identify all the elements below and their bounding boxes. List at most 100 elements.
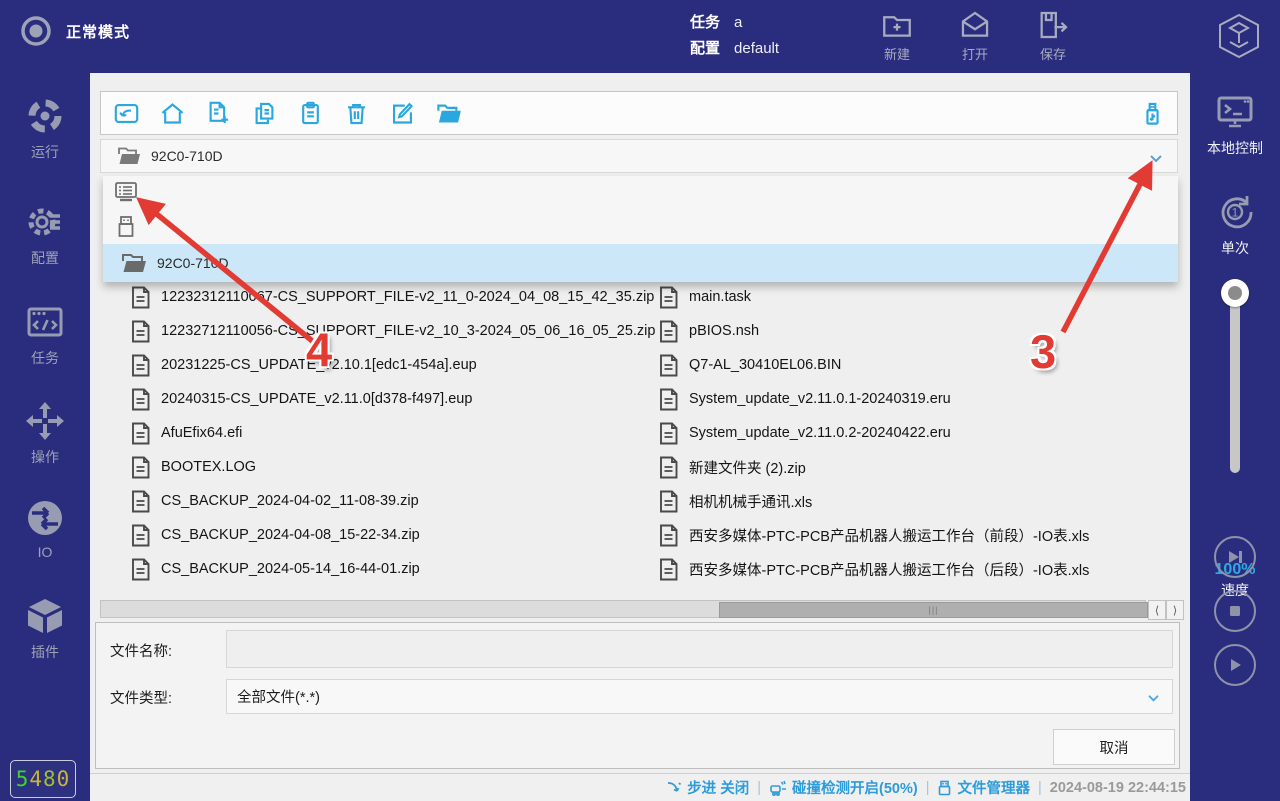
file-icon <box>130 558 151 581</box>
open-folder-button[interactable] <box>435 100 462 127</box>
file-type-label: 文件类型: <box>110 687 172 708</box>
sidebar-item-io[interactable]: IO <box>0 497 90 560</box>
step-status: 步进 关闭 <box>666 777 749 798</box>
back-button[interactable] <box>113 100 140 127</box>
file-item[interactable]: 西安多媒体-PTC-PCB产品机器人搬运工作台（前段）-IO表.xls <box>658 518 1183 552</box>
file-item[interactable]: System_update_v2.11.0.2-20240422.eru <box>658 416 1183 450</box>
file-icon <box>658 286 679 309</box>
file-item[interactable]: System_update_v2.11.0.1-20240319.eru <box>658 382 1183 416</box>
new-task-button[interactable]: 新建 <box>880 8 914 63</box>
stop-button[interactable] <box>1214 590 1256 632</box>
run-icon <box>24 95 66 137</box>
usb-transfer-button[interactable] <box>1139 100 1166 127</box>
task-label: 任务 <box>690 14 720 31</box>
file-icon <box>130 388 151 411</box>
file-item[interactable]: CS_BACKUP_2024-04-02_11-08-39.zip <box>130 484 655 518</box>
play-button[interactable] <box>1214 644 1256 686</box>
file-item[interactable]: pBIOS.nsh <box>658 314 1183 348</box>
delete-button[interactable] <box>343 100 370 127</box>
sidebar-item-single-cycle[interactable]: 1 单次 <box>1190 191 1280 258</box>
new-file-button[interactable] <box>205 100 232 127</box>
drive-dropdown: 92C0-710D <box>103 176 1178 282</box>
sidebar-item-run[interactable]: 运行 <box>0 95 90 162</box>
chevron-down-icon[interactable] <box>1149 151 1163 169</box>
operate-icon <box>24 400 66 442</box>
plugin-icon <box>24 595 66 637</box>
save-task-button[interactable]: 保存 <box>1036 8 1070 63</box>
file-icon <box>658 388 679 411</box>
file-item[interactable]: 12232312110067-CS_SUPPORT_FILE-v2_11_0-2… <box>130 280 655 314</box>
sidebar-item-local-control[interactable]: 本地控制 <box>1190 91 1280 158</box>
open-folder-icon <box>435 100 462 127</box>
scrollbar-thumb[interactable]: ||| <box>719 602 1148 618</box>
paste-icon <box>297 100 324 127</box>
speed-slider-track[interactable] <box>1230 291 1240 473</box>
horizontal-scrollbar[interactable]: ||| <box>100 600 1146 618</box>
file-item[interactable]: 相机机械手通讯.xls <box>658 484 1183 518</box>
file-icon <box>658 456 679 479</box>
dropdown-item-computer[interactable] <box>103 176 1178 210</box>
paste-button[interactable] <box>297 100 324 127</box>
skip-next-button[interactable] <box>1214 536 1256 578</box>
computer-drive-icon <box>113 180 139 206</box>
file-type-select[interactable]: 全部文件(*.*) <box>226 679 1173 714</box>
terminal-icon <box>1214 91 1256 133</box>
new-task-icon <box>880 8 914 42</box>
sidebar-item-plugin[interactable]: 插件 <box>0 595 90 662</box>
copy-icon <box>251 100 278 127</box>
file-item[interactable]: 西安多媒体-PTC-PCB产品机器人搬运工作台（后段）-IO表.xls <box>658 552 1183 586</box>
rename-button[interactable] <box>389 100 416 127</box>
scroll-left-button[interactable]: ⟨ <box>1148 600 1166 620</box>
save-task-icon <box>1036 8 1070 42</box>
file-icon <box>658 320 679 343</box>
file-item[interactable]: 12232712110056-CS_SUPPORT_FILE-v2_10_3-2… <box>130 314 655 348</box>
task-config-info: 任务a 配置default <box>690 10 779 62</box>
file-item[interactable]: 20231225-CS_UPDATE_v2.10.1[edc1-454a].eu… <box>130 348 655 382</box>
file-name-input[interactable] <box>226 630 1173 668</box>
file-item[interactable]: main.task <box>658 280 1183 314</box>
file-icon <box>658 558 679 581</box>
file-icon <box>130 422 151 445</box>
folder-open-icon <box>121 252 147 274</box>
config-label: 配置 <box>690 40 720 57</box>
home-button[interactable] <box>159 100 186 127</box>
scroll-right-button[interactable]: ⟩ <box>1166 600 1184 620</box>
stop-icon <box>1226 602 1244 620</box>
collision-status: 碰撞检测开启(50%) <box>769 777 918 798</box>
task-value: a <box>734 14 742 31</box>
delete-icon <box>343 100 370 127</box>
file-manager-icon <box>937 780 952 796</box>
copy-button[interactable] <box>251 100 278 127</box>
sidebar-item-task[interactable]: 任务 <box>0 301 90 368</box>
dropdown-item-usb[interactable] <box>103 210 1178 244</box>
file-item[interactable]: 新建文件夹 (2).zip <box>658 450 1183 484</box>
cancel-button[interactable]: 取消 <box>1053 729 1175 765</box>
file-icon <box>130 524 151 547</box>
new-file-icon <box>205 100 232 127</box>
folder-open-icon <box>117 146 141 166</box>
config-icon <box>24 201 66 243</box>
mode-indicator: 正常模式 <box>18 13 130 49</box>
speed-slider-handle[interactable] <box>1221 279 1249 307</box>
status-bar: 步进 关闭 | 碰撞检测开启(50%) | 文件管理器 | 2024-08-19… <box>90 773 1190 801</box>
file-item[interactable]: AfuEfix64.efi <box>130 416 655 450</box>
file-item[interactable]: Q7-AL_30410EL06.BIN <box>658 348 1183 382</box>
file-icon <box>658 490 679 513</box>
file-item[interactable]: CS_BACKUP_2024-04-08_15-22-34.zip <box>130 518 655 552</box>
step-icon <box>666 780 682 796</box>
dropdown-item-folder[interactable]: 92C0-710D <box>103 244 1178 282</box>
cycle-counter: 5480 <box>10 760 76 798</box>
path-combobox[interactable]: 92C0-710D <box>100 139 1178 173</box>
sidebar-item-config[interactable]: 配置 <box>0 201 90 268</box>
file-manager-status: 文件管理器 <box>937 777 1030 798</box>
open-task-button[interactable]: 打开 <box>958 8 992 63</box>
file-item[interactable]: CS_BACKUP_2024-05-14_16-44-01.zip <box>130 552 655 586</box>
file-item[interactable]: 20240315-CS_UPDATE_v2.11.0[d378-f497].eu… <box>130 382 655 416</box>
sidebar-item-operate[interactable]: 操作 <box>0 400 90 467</box>
file-name-label: 文件名称: <box>110 640 172 661</box>
file-icon <box>130 490 151 513</box>
file-icon <box>658 422 679 445</box>
app-window: 正常模式 任务a 配置default 新建 打开 <box>0 0 1280 801</box>
file-item[interactable]: BOOTEX.LOG <box>130 450 655 484</box>
status-timestamp: 2024-08-19 22:44:15 <box>1050 780 1186 796</box>
